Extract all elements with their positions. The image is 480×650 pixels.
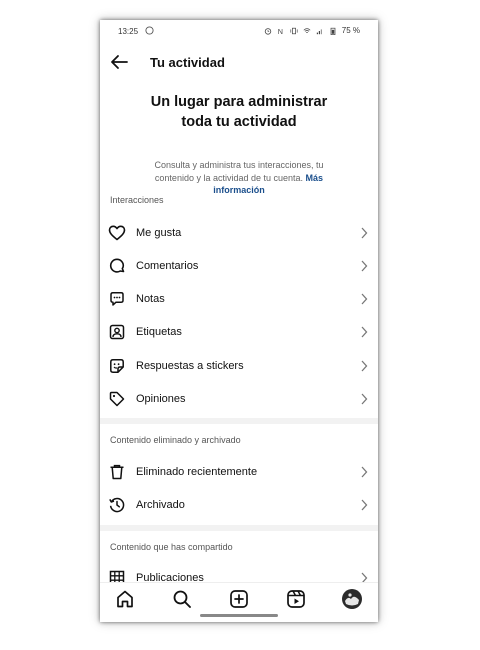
section-compartido: Contenido que has compartido xyxy=(110,542,233,552)
home-indicator xyxy=(200,614,278,617)
chevron-right-icon xyxy=(361,393,368,405)
review-tag-icon xyxy=(109,391,125,407)
signal-icon xyxy=(316,28,322,34)
phone-screen: 13:25 N 75 % Tu actividad Un lugar para … xyxy=(100,20,378,622)
row-me-gusta[interactable]: Me gusta xyxy=(100,217,378,249)
profile-avatar[interactable] xyxy=(341,588,363,610)
hero-title-line2: toda tu actividad xyxy=(181,114,297,130)
create-icon[interactable] xyxy=(228,588,250,610)
comment-icon xyxy=(109,258,125,273)
status-bar: 13:25 N 75 % xyxy=(100,20,378,42)
row-comentarios[interactable]: Comentarios xyxy=(100,250,378,282)
page-title: Tu actividad xyxy=(150,55,225,70)
vibrate-icon xyxy=(290,27,298,34)
home-icon[interactable] xyxy=(114,588,136,610)
hero-description: Consulta y administra tus interacciones,… xyxy=(140,159,338,197)
top-bar: Tu actividad xyxy=(100,50,378,74)
row-etiquetas[interactable]: Etiquetas xyxy=(100,316,378,348)
row-archivado[interactable]: Archivado xyxy=(100,489,378,521)
battery-icon xyxy=(330,27,336,35)
heart-icon xyxy=(108,225,126,241)
alarm-icon xyxy=(264,27,271,35)
wifi-icon xyxy=(303,27,311,33)
chevron-right-icon xyxy=(361,260,368,272)
notes-icon xyxy=(110,292,124,306)
row-label: Eliminado recientemente xyxy=(136,466,258,478)
chevron-right-icon xyxy=(361,293,368,305)
archive-clock-icon xyxy=(109,497,125,513)
chevron-right-icon xyxy=(361,499,368,511)
row-opiniones[interactable]: Opiniones xyxy=(100,383,378,415)
row-eliminado-recientemente[interactable]: Eliminado recientemente xyxy=(100,456,378,488)
tag-person-icon xyxy=(109,324,125,340)
row-label: Archivado xyxy=(136,499,185,511)
back-arrow-icon[interactable] xyxy=(110,54,128,70)
reels-icon[interactable] xyxy=(285,588,307,610)
battery-level: 75 % xyxy=(341,26,360,35)
row-label: Etiquetas xyxy=(136,326,182,338)
chevron-right-icon xyxy=(361,227,368,239)
row-label: Comentarios xyxy=(136,260,199,272)
svg-text:N: N xyxy=(278,27,283,35)
section-divider xyxy=(100,525,378,531)
trash-icon xyxy=(110,464,124,480)
chevron-right-icon xyxy=(361,326,368,338)
row-notas[interactable]: Notas xyxy=(100,283,378,315)
section-interacciones: Interacciones xyxy=(110,195,164,205)
section-divider xyxy=(100,418,378,424)
row-respuestas-stickers[interactable]: Respuestas a stickers xyxy=(100,350,378,382)
nfc-icon: N xyxy=(278,27,283,35)
row-label: Opiniones xyxy=(136,393,186,405)
hero-title: Un lugar para administrar toda tu activi… xyxy=(120,92,358,132)
row-label: Respuestas a stickers xyxy=(136,360,244,372)
row-label: Notas xyxy=(136,293,165,305)
sticker-icon xyxy=(110,359,124,373)
chevron-right-icon xyxy=(361,360,368,372)
hero-title-line1: Un lugar para administrar xyxy=(150,94,328,110)
status-time: 13:25 xyxy=(118,27,139,36)
whatsapp-icon xyxy=(145,26,154,35)
status-icons: N 75 % xyxy=(264,26,360,35)
search-icon[interactable] xyxy=(171,588,193,610)
chevron-right-icon xyxy=(361,466,368,478)
hero-description-text: Consulta y administra tus interacciones,… xyxy=(154,160,324,183)
row-label: Me gusta xyxy=(136,227,182,239)
section-eliminado: Contenido eliminado y archivado xyxy=(110,435,241,445)
